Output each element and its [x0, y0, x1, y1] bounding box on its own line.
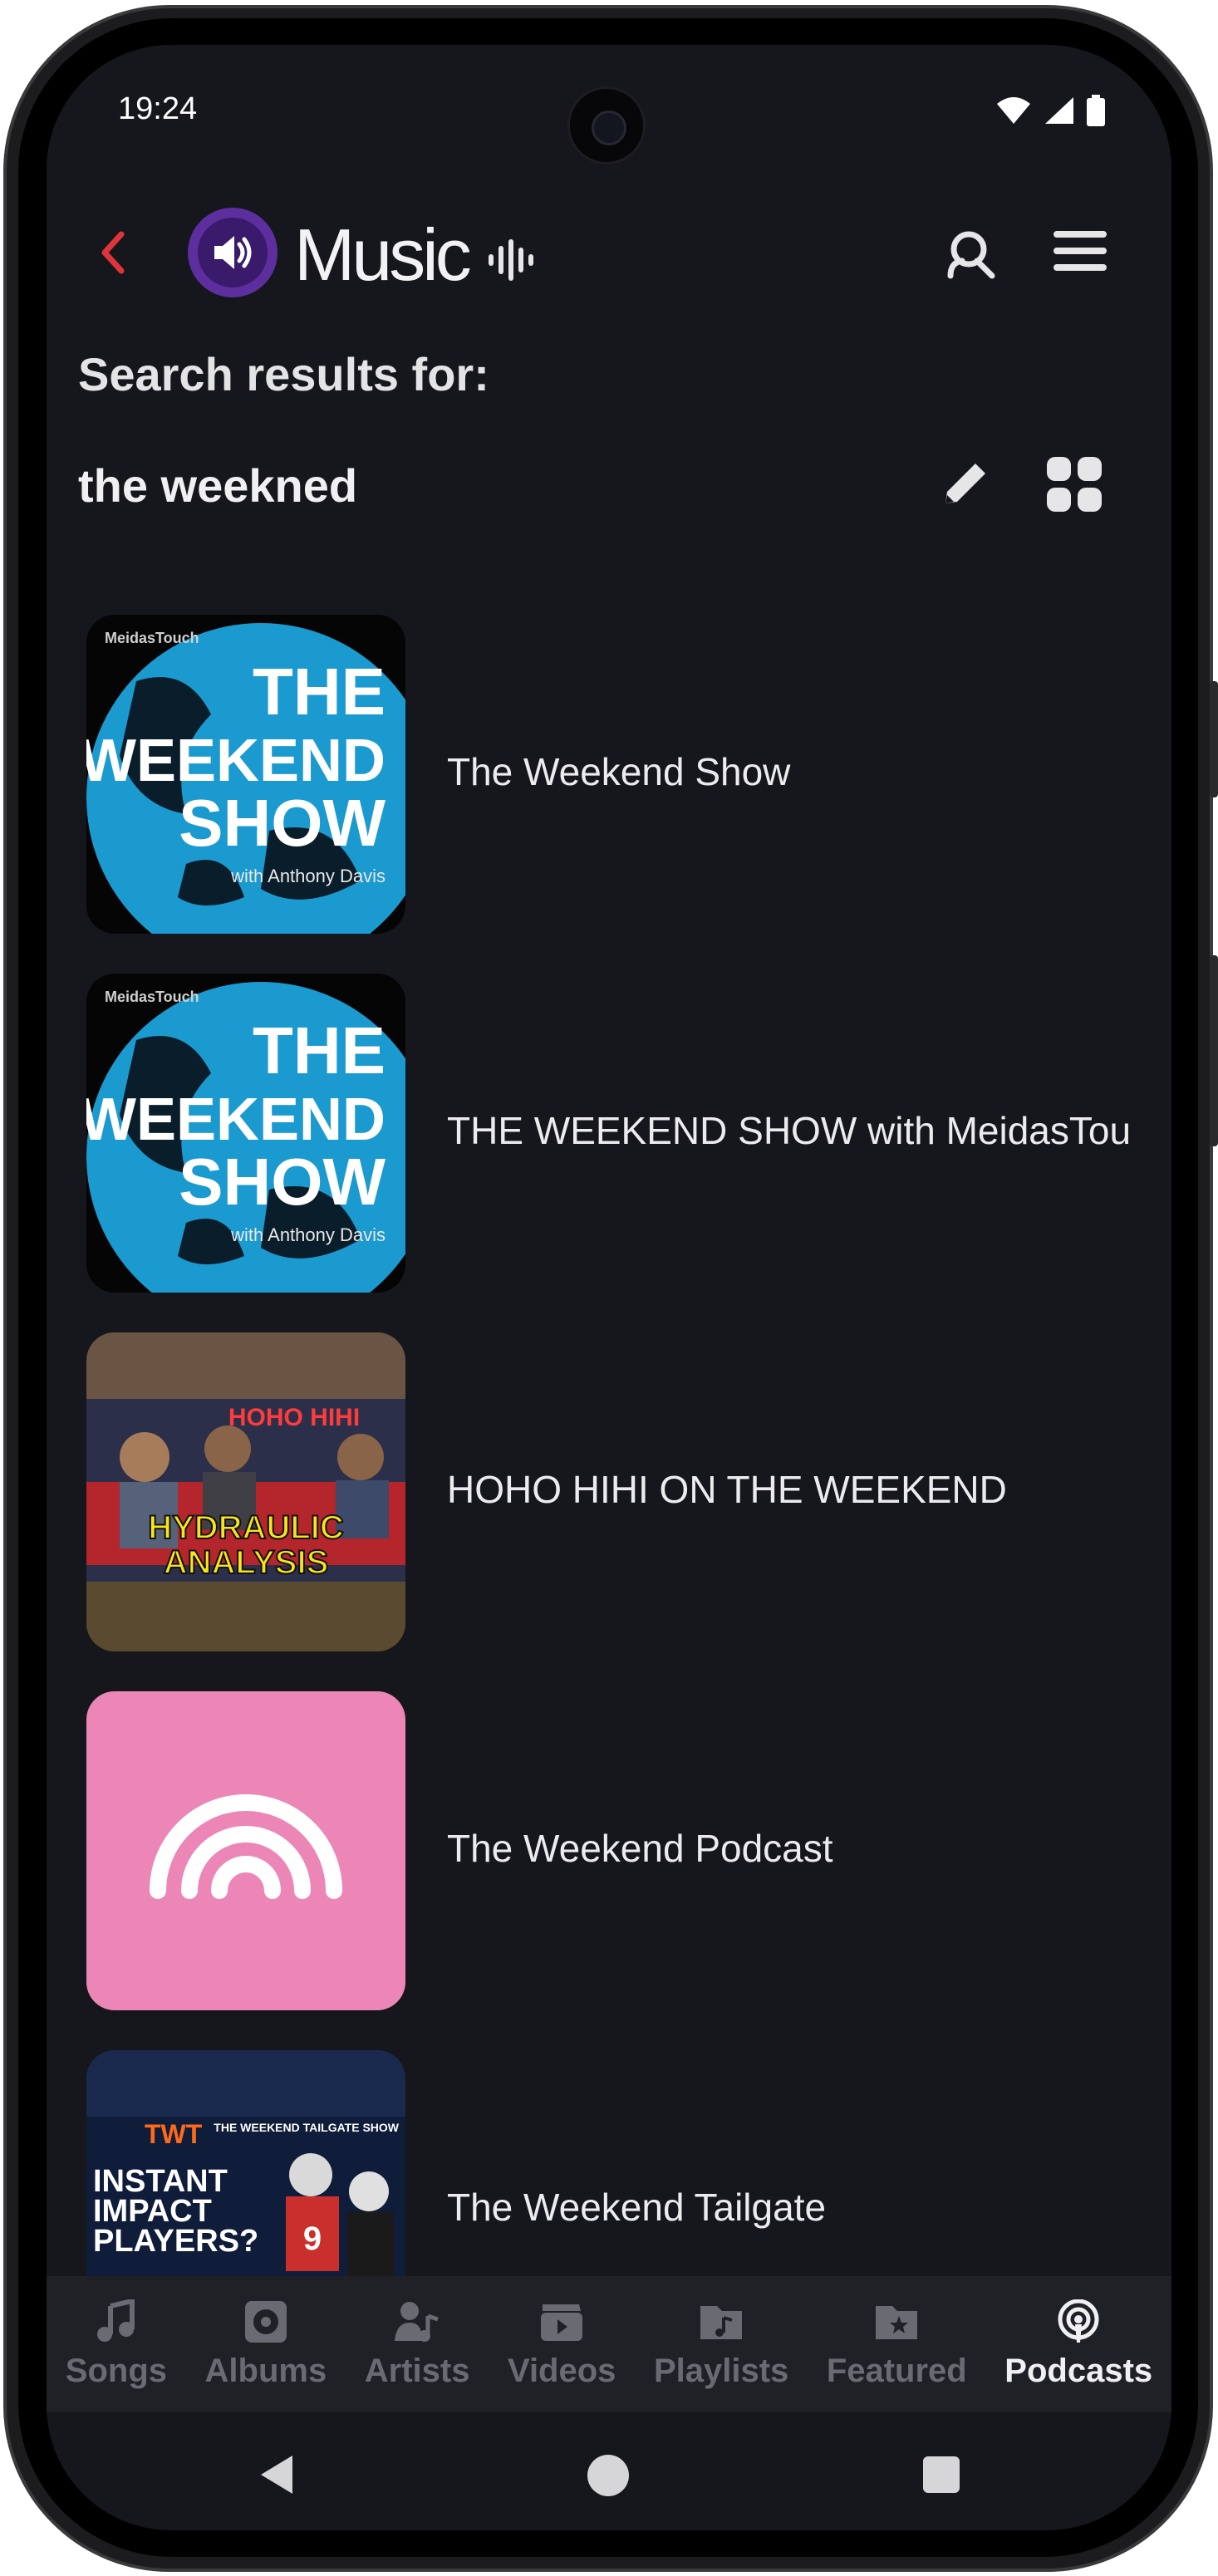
svg-text:THE: THE	[253, 655, 386, 729]
app-logo	[188, 208, 277, 297]
svg-text:WEEKEND: WEEKEND	[86, 728, 386, 794]
tab-podcasts[interactable]: Podcasts	[1004, 2276, 1152, 2412]
item-title: The Weekend Show	[447, 750, 791, 793]
globe-artwork: MeidasTouch THE WEEKEND SHOW with Anthon…	[86, 982, 405, 1293]
svg-text:ANALYSIS: ANALYSIS	[164, 1544, 329, 1581]
tab-videos[interactable]: Videos	[508, 2276, 616, 2412]
phone-frame: 19:24 Music Search results for: the week…	[0, 0, 1218, 2576]
svg-text:TWT: TWT	[145, 2119, 203, 2149]
video-icon	[541, 2304, 583, 2341]
speaker-icon	[214, 236, 252, 269]
globe-artwork: MeidasTouch THE WEEKEND SHOW with Anthon…	[86, 623, 405, 934]
playlist-icon	[700, 2305, 743, 2339]
system-navigation-bar	[47, 2412, 1171, 2530]
podcast-artwork: MeidasTouch THE WEEKEND SHOW with Anthon…	[86, 974, 405, 1293]
podcast-artwork: MeidasTouch THE WEEKEND SHOW with Anthon…	[86, 615, 405, 934]
volume-button	[1210, 681, 1218, 797]
svg-text:SHOW: SHOW	[179, 786, 386, 860]
svg-text:PLAYERS?: PLAYERS?	[93, 2224, 258, 2259]
voice-search-icon	[947, 231, 995, 279]
tab-albums[interactable]: Albums	[205, 2276, 327, 2412]
item-title: THE WEEKEND SHOW with MeidasTouch	[447, 1109, 1132, 1152]
search-results-label: Search results for:	[78, 348, 489, 400]
wifi-icon	[997, 97, 1030, 124]
app-bar: Music	[47, 203, 1171, 302]
album-icon	[244, 2300, 287, 2343]
podcast-icon	[1058, 2299, 1099, 2343]
featured-icon	[876, 2305, 918, 2339]
back-button[interactable]	[96, 228, 130, 282]
grid-icon	[1047, 457, 1102, 512]
item-title: HOHO HIHI ON THE WEEKEND	[447, 1468, 1007, 1511]
search-query: the weekned	[78, 459, 358, 512]
item-title: The Weekend Podcast	[447, 1827, 833, 1870]
tab-label: Artists	[364, 2352, 470, 2389]
item-title: The Weekend Tailgate	[447, 2186, 827, 2229]
results-list: MeidasTouch THE WEEKEND SHOW with Anthon…	[86, 615, 1158, 2409]
pencil-icon	[945, 464, 985, 503]
svg-text:WEEKEND: WEEKEND	[86, 1087, 386, 1153]
svg-text:with Anthony Davis: with Anthony Davis	[230, 866, 386, 886]
svg-text:HOHO HIHI: HOHO HIHI	[228, 1404, 360, 1431]
svg-text:HYDRAULIC: HYDRAULIC	[148, 1509, 344, 1546]
list-item[interactable]: HOHO HIHI HYDRAULIC ANALYSIS HOHO HIHI O…	[86, 1332, 1158, 1691]
tab-featured[interactable]: Featured	[827, 2276, 967, 2412]
status-icons	[995, 95, 1105, 126]
tab-label: Videos	[507, 2352, 616, 2389]
grid-view-button[interactable]	[1045, 455, 1103, 518]
system-home-icon[interactable]	[587, 2454, 630, 2497]
video-artwork: HOHO HIHI HYDRAULIC ANALYSIS	[86, 1332, 405, 1651]
back-arrow-icon	[101, 231, 125, 274]
tab-playlists[interactable]: Playlists	[654, 2276, 788, 2412]
podcast-artwork: HOHO HIHI HYDRAULIC ANALYSIS	[86, 1332, 405, 1651]
voice-search-button[interactable]	[944, 226, 999, 285]
tab-label: Playlists	[653, 2352, 789, 2389]
tab-songs[interactable]: Songs	[66, 2276, 167, 2412]
power-button	[1210, 955, 1218, 1146]
tab-artists[interactable]: Artists	[364, 2276, 470, 2412]
tab-label: Songs	[65, 2352, 167, 2389]
artist-icon	[395, 2301, 439, 2342]
signal-icon	[1045, 97, 1073, 124]
front-camera	[567, 86, 646, 164]
app-title: Music	[294, 213, 472, 296]
podcast-placeholder-artwork	[86, 1691, 405, 2010]
system-back-icon[interactable]	[259, 2454, 296, 2495]
edit-search-button[interactable]	[937, 457, 992, 516]
music-note-icon	[96, 2299, 135, 2342]
svg-text:THE WEEKEND TAILGATE SHOW: THE WEEKEND TAILGATE SHOW	[214, 2121, 399, 2134]
svg-text:SHOW: SHOW	[179, 1145, 386, 1219]
svg-text:9: 9	[303, 2220, 322, 2257]
svg-text:MeidasTouch: MeidasTouch	[105, 989, 199, 1005]
bottom-navigation: Songs Albums Artists Videos Playlists Fe…	[47, 2276, 1171, 2412]
tab-label: Podcasts	[1004, 2352, 1153, 2389]
svg-text:THE: THE	[253, 1013, 386, 1087]
svg-text:with Anthony Davis: with Anthony Davis	[230, 1224, 386, 1245]
system-recents-icon[interactable]	[922, 2456, 960, 2494]
svg-text:MeidasTouch: MeidasTouch	[105, 630, 199, 646]
list-item[interactable]: MeidasTouch THE WEEKEND SHOW with Anthon…	[86, 615, 1158, 974]
soundwave-icon	[489, 239, 533, 281]
hamburger-icon	[1053, 231, 1107, 271]
tab-label: Albums	[204, 2352, 327, 2389]
status-time: 19:24	[118, 91, 198, 126]
list-item[interactable]: The Weekend Podcast	[86, 1691, 1158, 2050]
list-item[interactable]: MeidasTouch THE WEEKEND SHOW with Anthon…	[86, 974, 1158, 1332]
battery-icon	[1087, 95, 1105, 126]
tab-label: Featured	[826, 2352, 967, 2389]
screen: 19:24 Music Search results for: the week…	[47, 45, 1171, 2530]
menu-button[interactable]	[1053, 229, 1107, 277]
podcast-icon	[150, 1794, 342, 1899]
